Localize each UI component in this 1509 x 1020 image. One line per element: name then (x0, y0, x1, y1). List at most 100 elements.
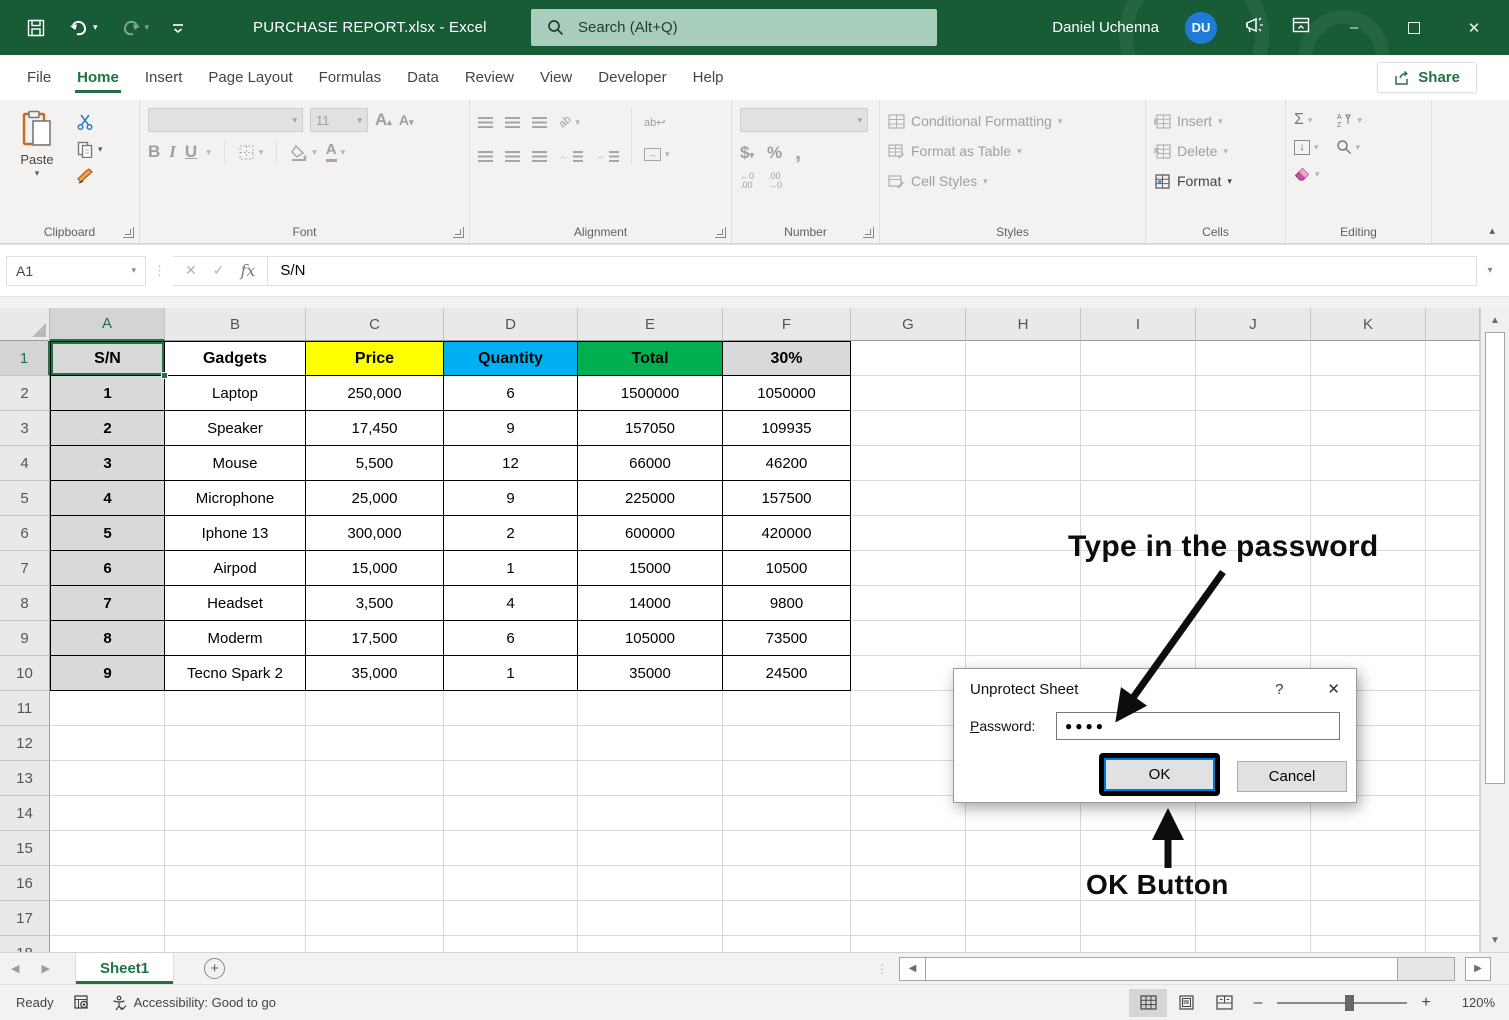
cell-B9[interactable]: Moderm (165, 621, 306, 656)
cell-E18[interactable] (578, 936, 723, 952)
feedback-button[interactable] (1243, 14, 1265, 41)
row-header-4[interactable]: 4 (0, 446, 50, 481)
tab-insert[interactable]: Insert (132, 58, 196, 97)
cell-F2[interactable]: 1050000 (723, 376, 851, 411)
align-bottom-button[interactable] (532, 117, 547, 128)
cell-H1[interactable] (966, 341, 1081, 376)
cell-F7[interactable]: 10500 (723, 551, 851, 586)
cell-F8[interactable]: 9800 (723, 586, 851, 621)
cell-X1[interactable] (1426, 341, 1480, 376)
tab-view[interactable]: View (527, 58, 585, 97)
cell-X9[interactable] (1426, 621, 1480, 656)
cell-G16[interactable] (851, 866, 966, 901)
share-button[interactable]: Share (1377, 62, 1477, 93)
cell-D8[interactable]: 4 (444, 586, 578, 621)
tab-file[interactable]: File (14, 58, 64, 97)
cell-X4[interactable] (1426, 446, 1480, 481)
cell-C18[interactable] (306, 936, 444, 952)
cell-B5[interactable]: Microphone (165, 481, 306, 516)
column-header-E[interactable]: E (578, 308, 723, 341)
cell-G18[interactable] (851, 936, 966, 952)
cell-F6[interactable]: 420000 (723, 516, 851, 551)
avatar[interactable]: DU (1185, 12, 1217, 44)
cell-C2[interactable]: 250,000 (306, 376, 444, 411)
vertical-scrollbar-track[interactable] (1481, 784, 1509, 928)
cell-X2[interactable] (1426, 376, 1480, 411)
increase-indent-button[interactable]: → (595, 146, 619, 166)
cell-E4[interactable]: 66000 (578, 446, 723, 481)
cell-B8[interactable]: Headset (165, 586, 306, 621)
cell-A5[interactable]: 4 (50, 481, 165, 516)
cell-B4[interactable]: Mouse (165, 446, 306, 481)
cell-I8[interactable] (1081, 586, 1196, 621)
macro-record-button[interactable] (74, 995, 91, 1010)
ok-button[interactable]: OK (1104, 758, 1215, 791)
row-header-16[interactable]: 16 (0, 866, 50, 901)
password-input[interactable]: ●●●● (1056, 712, 1340, 740)
cell-A16[interactable] (50, 866, 165, 901)
tab-help[interactable]: Help (680, 58, 737, 97)
cell-A11[interactable] (50, 691, 165, 726)
page-break-preview-button[interactable] (1205, 989, 1243, 1017)
cell-J4[interactable] (1196, 446, 1311, 481)
cell-C7[interactable]: 15,000 (306, 551, 444, 586)
undo-button[interactable]: ▾ (68, 18, 98, 38)
bold-button[interactable]: B (148, 142, 160, 162)
cell-D12[interactable] (444, 726, 578, 761)
maximize-button[interactable] (1397, 0, 1431, 55)
row-header-6[interactable]: 6 (0, 516, 50, 551)
previous-sheet-button[interactable]: ◀ (0, 962, 30, 975)
row-header-15[interactable]: 15 (0, 831, 50, 866)
cell-H17[interactable] (966, 901, 1081, 936)
cell-F1[interactable]: 30% (723, 341, 851, 376)
accessibility-status[interactable]: Accessibility: Good to go (111, 995, 276, 1011)
cell-G3[interactable] (851, 411, 966, 446)
align-right-button[interactable] (532, 151, 547, 162)
cell-A8[interactable]: 7 (50, 586, 165, 621)
tab-review[interactable]: Review (452, 58, 527, 97)
cell-D1[interactable]: Quantity (444, 341, 578, 376)
cell-A4[interactable]: 3 (50, 446, 165, 481)
cell-I4[interactable] (1081, 446, 1196, 481)
cell-E16[interactable] (578, 866, 723, 901)
cell-G6[interactable] (851, 516, 966, 551)
insert-cells-button[interactable]: Insert ▾ (1154, 110, 1277, 132)
search-box[interactable]: Search (Alt+Q) (531, 9, 937, 46)
minimize-button[interactable]: – (1337, 0, 1371, 55)
cell-D4[interactable]: 12 (444, 446, 578, 481)
font-size-combo[interactable]: 11▾ (310, 108, 368, 132)
formula-input[interactable]: S/N (268, 256, 1477, 286)
italic-button[interactable]: I (169, 142, 176, 162)
expand-formula-bar-icon[interactable]: ▾ (1477, 265, 1503, 276)
cell-C15[interactable] (306, 831, 444, 866)
borders-button[interactable]: ▾ (238, 142, 264, 162)
cell-F12[interactable] (723, 726, 851, 761)
cell-G8[interactable] (851, 586, 966, 621)
cell-X15[interactable] (1426, 831, 1480, 866)
cell-D3[interactable]: 9 (444, 411, 578, 446)
cell-F11[interactable] (723, 691, 851, 726)
cell-K15[interactable] (1311, 831, 1426, 866)
row-header-2[interactable]: 2 (0, 376, 50, 411)
dialog-title-bar[interactable]: Unprotect Sheet ? ✕ (954, 669, 1356, 704)
fill-button[interactable]: ↓▾ (1294, 137, 1320, 157)
row-header-12[interactable]: 12 (0, 726, 50, 761)
fill-handle[interactable] (161, 372, 168, 379)
cell-B3[interactable]: Speaker (165, 411, 306, 446)
cut-button[interactable] (76, 112, 103, 132)
cell-X17[interactable] (1426, 901, 1480, 936)
tab-data[interactable]: Data (394, 58, 452, 97)
row-header-8[interactable]: 8 (0, 586, 50, 621)
cell-B14[interactable] (165, 796, 306, 831)
cell-J8[interactable] (1196, 586, 1311, 621)
cell-J15[interactable] (1196, 831, 1311, 866)
cell-H3[interactable] (966, 411, 1081, 446)
cell-X14[interactable] (1426, 796, 1480, 831)
cell-B1[interactable]: Gadgets (165, 341, 306, 376)
cell-B12[interactable] (165, 726, 306, 761)
cell-G4[interactable] (851, 446, 966, 481)
cell-F4[interactable]: 46200 (723, 446, 851, 481)
cell-A14[interactable] (50, 796, 165, 831)
font-color-button[interactable]: A ▾ (326, 142, 345, 162)
clear-button[interactable]: ▾ (1294, 164, 1320, 184)
